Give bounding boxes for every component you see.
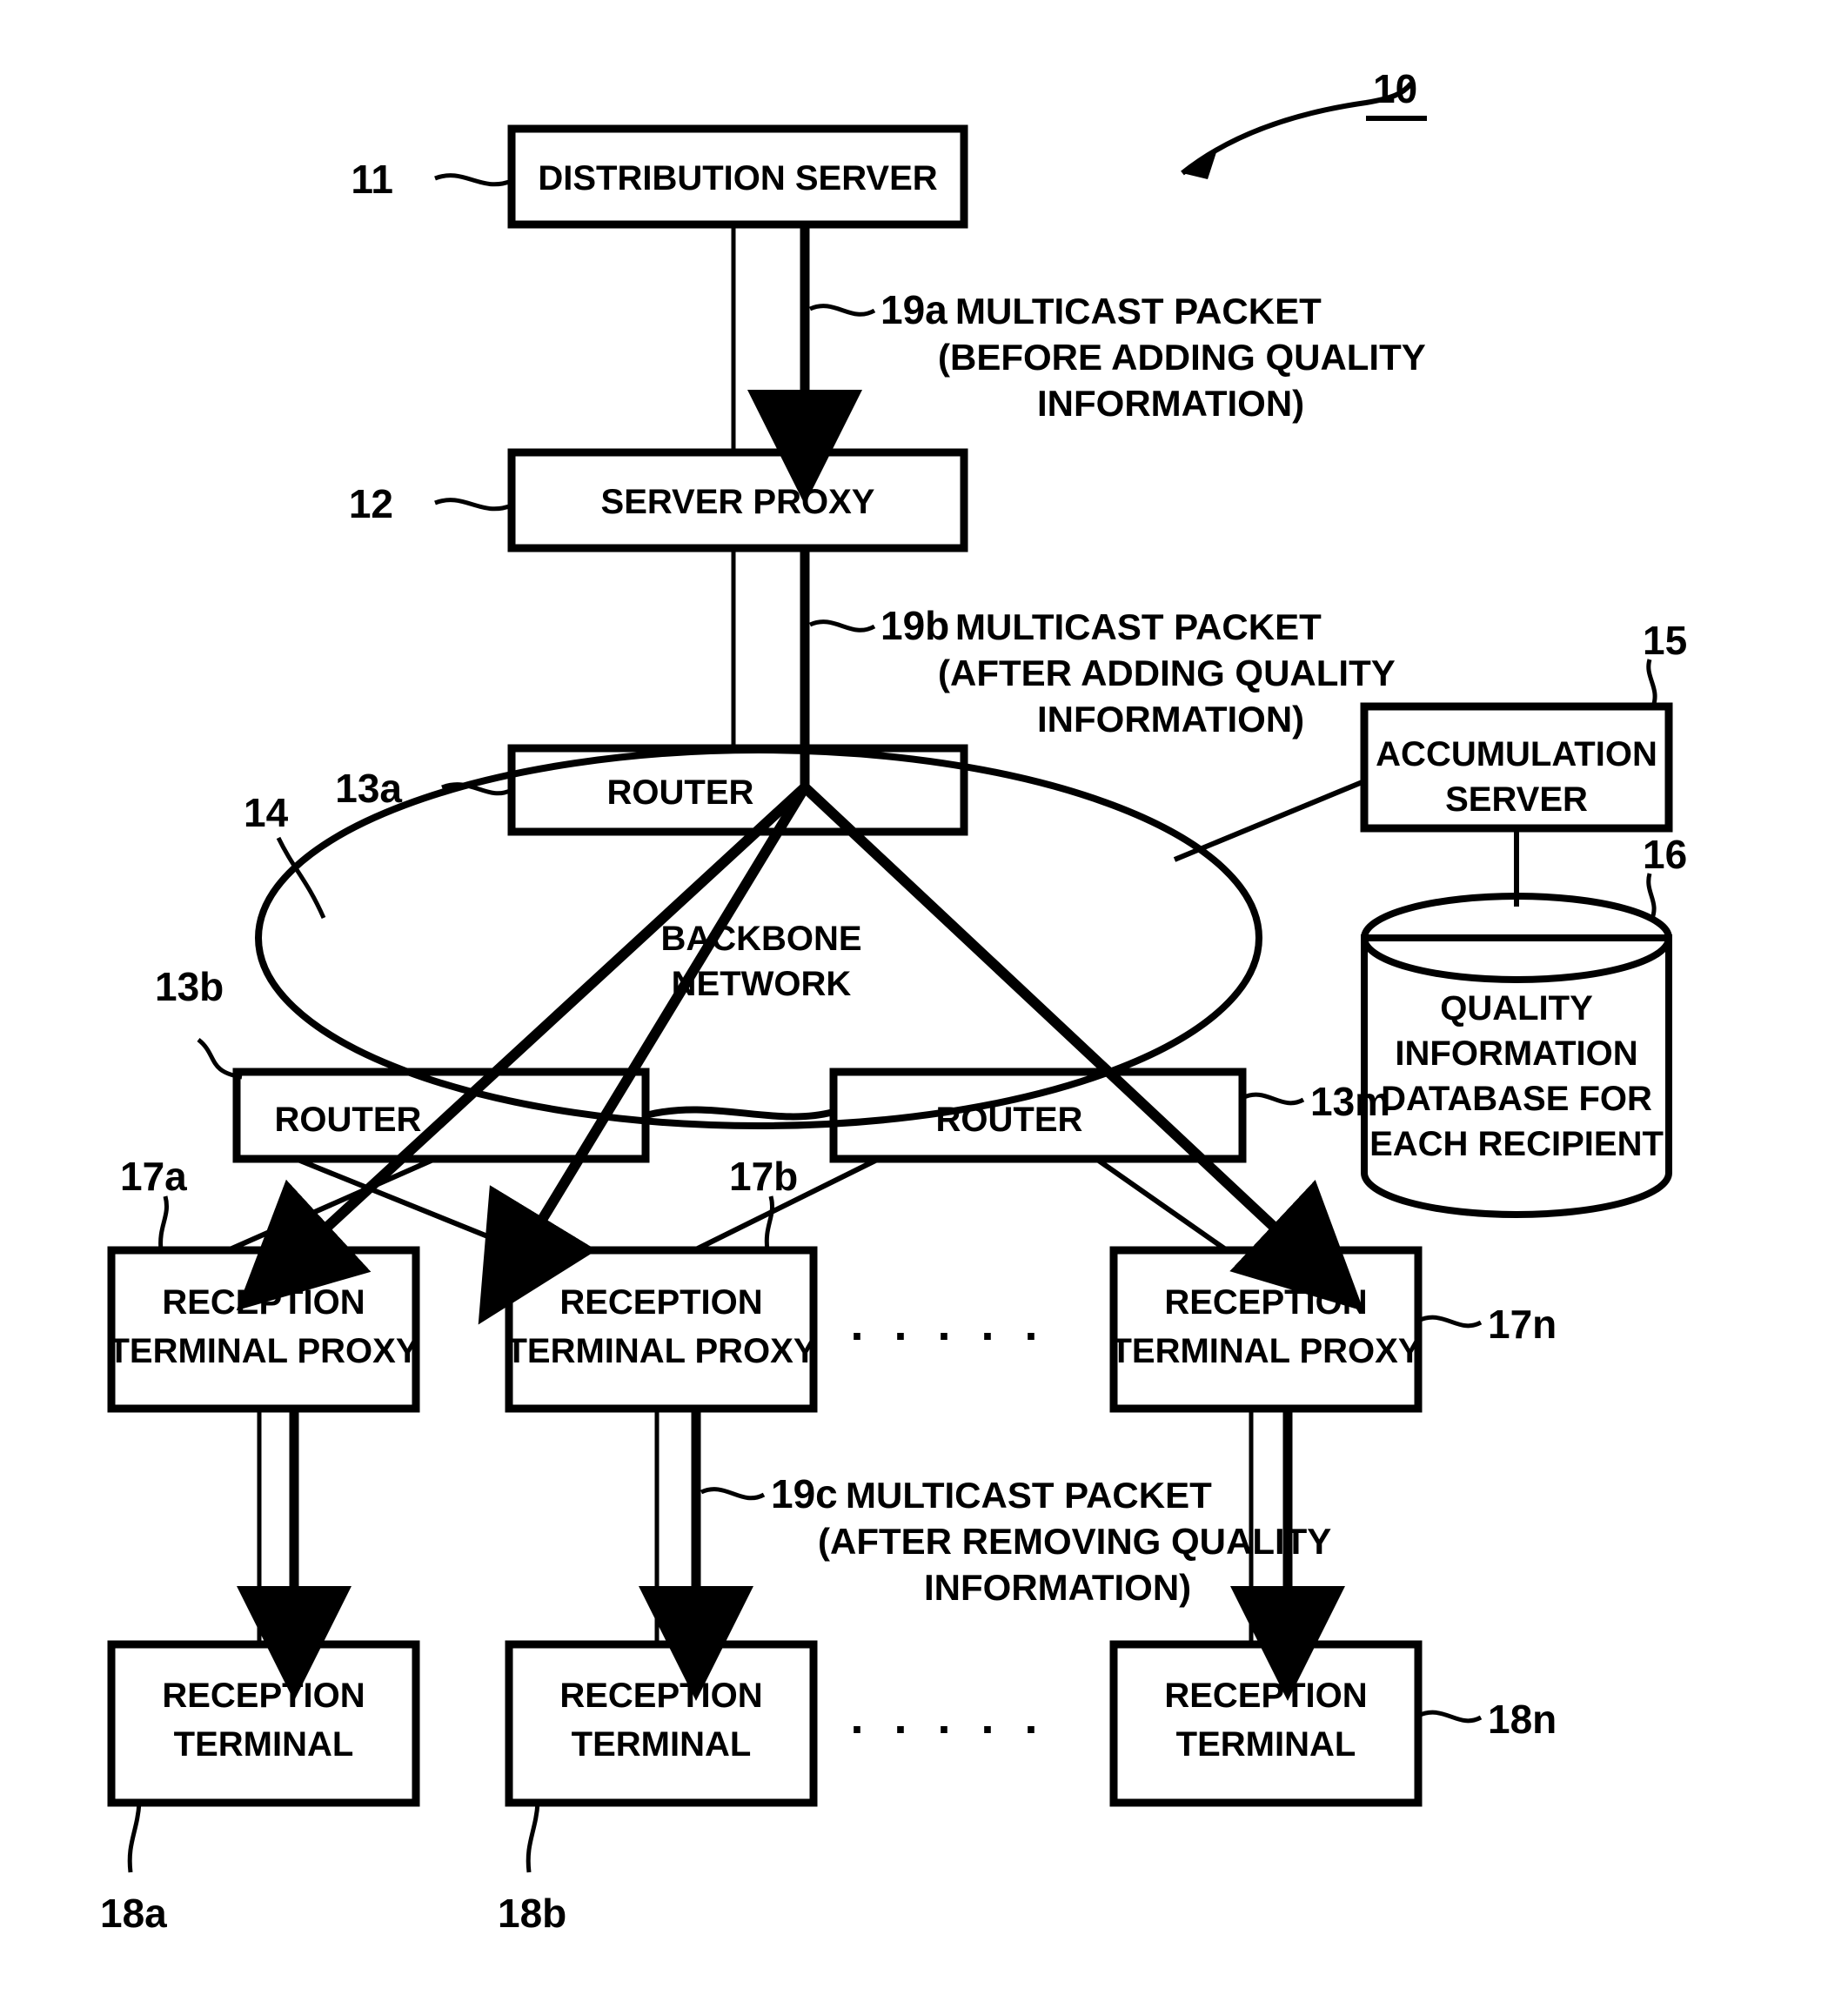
figure-ref-10-label: 10 [1373, 66, 1417, 111]
ref-18n-label: 18n [1488, 1697, 1557, 1742]
router-right-label: ROUTER [936, 1101, 1083, 1139]
ref-19a-label: 19a [880, 287, 947, 332]
annotation-19a-line2: (BEFORE ADDING QUALITY [938, 337, 1426, 378]
reception-terminal-proxy-b-label-line1: RECEPTION [559, 1283, 762, 1322]
ref-17n-label: 17n [1488, 1302, 1557, 1347]
reception-terminal-n-label-line1: RECEPTION [1164, 1677, 1367, 1715]
annotation-19b-line3: INFORMATION) [1037, 699, 1304, 740]
annotation-19c-line1: MULTICAST PACKET [846, 1475, 1212, 1516]
accumulation-server-label-line1: ACCUMULATION [1376, 735, 1657, 773]
ref-17b-label: 17b [729, 1154, 798, 1199]
reception-terminal-b-label-line1: RECEPTION [559, 1677, 762, 1715]
patent-figure-page: 10 DISTRIBUTION SERVER 11 19a MULTICAST … [0, 0, 1848, 2015]
ref-15-label: 15 [1643, 618, 1687, 663]
reception-terminal-proxy-n-label-line2: TERMINAL PROXY [1110, 1332, 1421, 1370]
router-left-label: ROUTER [275, 1101, 422, 1139]
quality-database-label-line4: EACH RECIPIENT [1369, 1125, 1664, 1163]
ref-13a-label: 13a [335, 766, 402, 811]
ref-13m-label: 13m [1310, 1079, 1390, 1124]
reception-terminal-proxy-a-label-line1: RECEPTION [162, 1283, 365, 1322]
server-proxy-label: SERVER PROXY [601, 483, 875, 521]
network-architecture-diagram: 10 DISTRIBUTION SERVER 11 19a MULTICAST … [0, 0, 1848, 2015]
ref-19c-label: 19c [771, 1471, 838, 1516]
annotation-19c-line2: (AFTER REMOVING QUALITY [818, 1521, 1331, 1562]
reception-terminal-proxy-n-label-line1: RECEPTION [1164, 1283, 1367, 1322]
terminal-row-ellipsis: . . . . . [850, 1691, 1046, 1744]
router-top-label: ROUTER [607, 773, 754, 812]
quality-database-label-line3: DATABASE FOR [1381, 1080, 1652, 1118]
accumulation-server-label-line2: SERVER [1445, 780, 1588, 819]
reception-terminal-proxy-a-label-line2: TERMINAL PROXY [108, 1332, 418, 1370]
backbone-network-label-line1: BACKBONE [660, 920, 861, 958]
ref-12-label: 12 [349, 481, 393, 526]
quality-database-label-line1: QUALITY [1440, 989, 1593, 1028]
annotation-19b-line2: (AFTER ADDING QUALITY [938, 653, 1396, 693]
distribution-server-label: DISTRIBUTION SERVER [538, 159, 937, 197]
annotation-19c-line3: INFORMATION) [924, 1567, 1191, 1608]
ref-18b-label: 18b [498, 1891, 566, 1936]
ref-19b-label: 19b [880, 603, 949, 648]
reception-terminal-a-label-line1: RECEPTION [162, 1677, 365, 1715]
ref-18a-label: 18a [100, 1891, 167, 1936]
ref-16-label: 16 [1643, 832, 1687, 877]
reception-terminal-n-label-line2: TERMINAL [1176, 1725, 1356, 1764]
reception-terminal-proxy-b-label-line2: TERMINAL PROXY [506, 1332, 816, 1370]
proxy-row-ellipsis: . . . . . [850, 1298, 1046, 1350]
ref-14-label: 14 [244, 790, 289, 835]
ref-17a-label: 17a [120, 1154, 187, 1199]
ref-13b-label: 13b [155, 964, 224, 1009]
reception-terminal-b-label-line2: TERMINAL [572, 1725, 752, 1764]
quality-database-label-line2: INFORMATION [1395, 1034, 1637, 1073]
reception-terminal-a-label-line2: TERMINAL [174, 1725, 354, 1764]
annotation-19a-line1: MULTICAST PACKET [955, 291, 1322, 331]
annotation-19a-line3: INFORMATION) [1037, 383, 1304, 424]
ref-11-label: 11 [351, 157, 393, 202]
annotation-19b-line1: MULTICAST PACKET [955, 606, 1322, 647]
